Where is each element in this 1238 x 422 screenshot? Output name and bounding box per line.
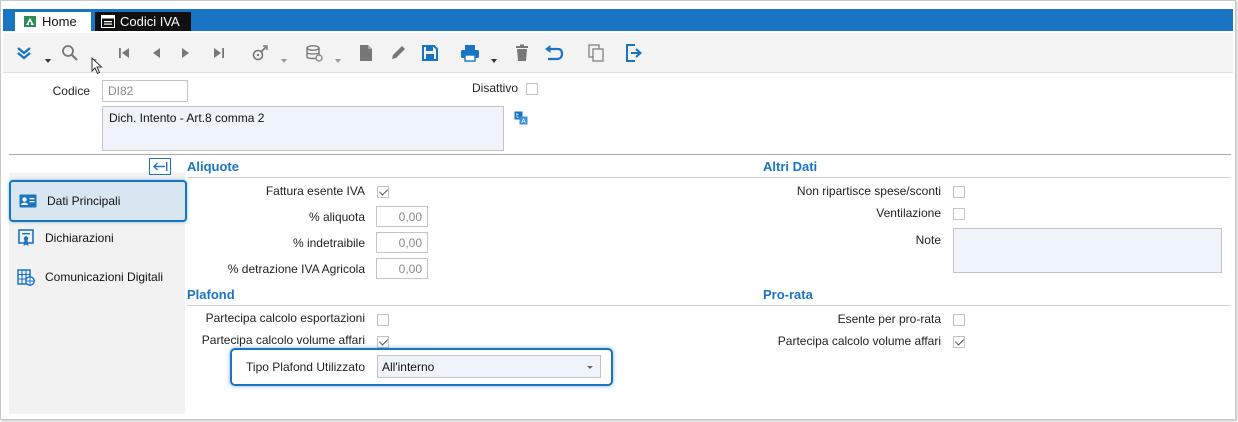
expand-menu-icon[interactable] [13,42,35,64]
section-title-plafond: Plafond [187,287,235,302]
tipo-plafond-label: Tipo Plafond Utilizzato [246,360,365,374]
filter-caret-icon[interactable] [281,52,287,63]
previous-record-icon[interactable] [145,42,167,64]
description-textarea[interactable]: Dich. Intento - Art.8 comma 2 [102,106,504,151]
exit-icon[interactable] [623,42,645,64]
home-logo-icon [23,15,37,28]
plafond-divider [187,305,1231,306]
partecipa-esportazioni-label: Partecipa calcolo esportazioni [205,311,365,325]
fattura-esente-label: Fattura esente IVA [265,184,365,198]
sidebar-item-dichiarazioni[interactable]: Dichiarazioni [9,221,187,255]
codice-label: Codice [52,84,90,98]
filter-icon[interactable] [249,42,271,64]
next-record-icon[interactable] [175,42,197,64]
sidebar-item-label: Dichiarazioni [45,231,114,245]
header-divider [9,154,1231,155]
esente-pro-rata-checkbox[interactable] [953,314,965,326]
prorata-volume-affari-label: Partecipa calcolo volume affari [777,334,941,348]
new-document-icon[interactable] [355,42,377,64]
id-card-icon [18,192,38,210]
tab-home[interactable]: Home [15,12,91,31]
partecipa-volume-affari-label: Partecipa calcolo volume affari [201,333,365,347]
tab-codici-iva-label: Codici IVA [120,14,180,29]
detrazione-agricola-input[interactable]: 0,00 [376,258,428,279]
edit-icon[interactable] [387,42,409,64]
tab-bar: Home Codici IVA [3,9,1233,31]
non-ripartisce-label: Non ripartisce spese/sconti [796,184,941,198]
translate-icon[interactable]: tA [514,111,528,128]
undo-icon[interactable] [543,42,565,64]
form-window-icon [101,15,115,28]
section-title-pro-rata: Pro-rata [763,287,813,302]
sidebar-item-dati-principali[interactable]: Dati Principali [9,180,187,222]
expand-menu-caret-icon[interactable] [45,52,51,63]
collapse-sidebar-icon[interactable] [149,158,171,178]
indetraibile-label: % indetraibile [292,236,365,250]
print-caret-icon[interactable] [491,52,497,63]
sidebar-item-label: Dati Principali [47,194,121,208]
fattura-esente-checkbox[interactable] [377,186,389,198]
esente-pro-rata-label: Esente per pro-rata [837,312,941,326]
database-icon[interactable] [303,42,325,64]
section-title-aliquote: Aliquote [187,159,239,174]
app-window: Home Codici IVA Codice DI82 Disattivo Di… [0,0,1236,420]
first-record-icon[interactable] [113,42,135,64]
save-icon[interactable] [419,42,441,64]
disattivo-checkbox[interactable] [526,83,538,95]
aliquote-divider [187,177,1231,178]
aliquota-label: % aliquota [308,210,365,224]
tab-codici-iva[interactable]: Codici IVA [95,12,191,31]
globe-grid-icon [16,268,36,286]
search-icon[interactable] [59,42,81,64]
note-textarea[interactable] [953,228,1222,273]
partecipa-esportazioni-checkbox[interactable] [377,314,389,326]
svg-text:t: t [516,112,519,120]
aliquota-input[interactable]: 0,00 [376,206,428,227]
mouse-cursor-icon [91,56,103,78]
partecipa-volume-affari-checkbox[interactable] [377,336,389,348]
certificate-icon [16,229,36,247]
codice-input[interactable]: DI82 [102,80,188,102]
section-title-altri-dati: Altri Dati [763,159,818,174]
delete-icon[interactable] [511,42,533,64]
chevron-down-icon[interactable] [587,366,593,369]
database-caret-icon[interactable] [335,52,341,63]
detrazione-agricola-label: % detrazione IVA Agricola [227,262,365,276]
ventilazione-label: Ventilazione [876,206,941,220]
last-record-icon[interactable] [208,42,230,64]
copy-icon[interactable] [585,42,607,64]
tipo-plafond-value: All'interno [382,360,435,374]
disattivo-label: Disattivo [472,81,519,95]
ventilazione-checkbox[interactable] [953,208,965,220]
sidebar-item-label: Comunicazioni Digitali [45,270,164,284]
toolbar [3,33,1233,75]
indetraibile-input[interactable]: 0,00 [376,232,428,253]
note-label: Note [915,233,941,247]
sidebar-item-comunicazioni-digitali[interactable]: Comunicazioni Digitali [9,260,187,294]
tipo-plafond-select[interactable]: All'interno [377,355,601,378]
prorata-volume-affari-checkbox[interactable] [953,336,965,348]
search-caret-icon[interactable] [91,52,97,63]
svg-text:A: A [521,117,526,125]
non-ripartisce-checkbox[interactable] [953,186,965,198]
print-icon[interactable] [459,42,481,64]
tab-home-label: Home [42,14,77,29]
